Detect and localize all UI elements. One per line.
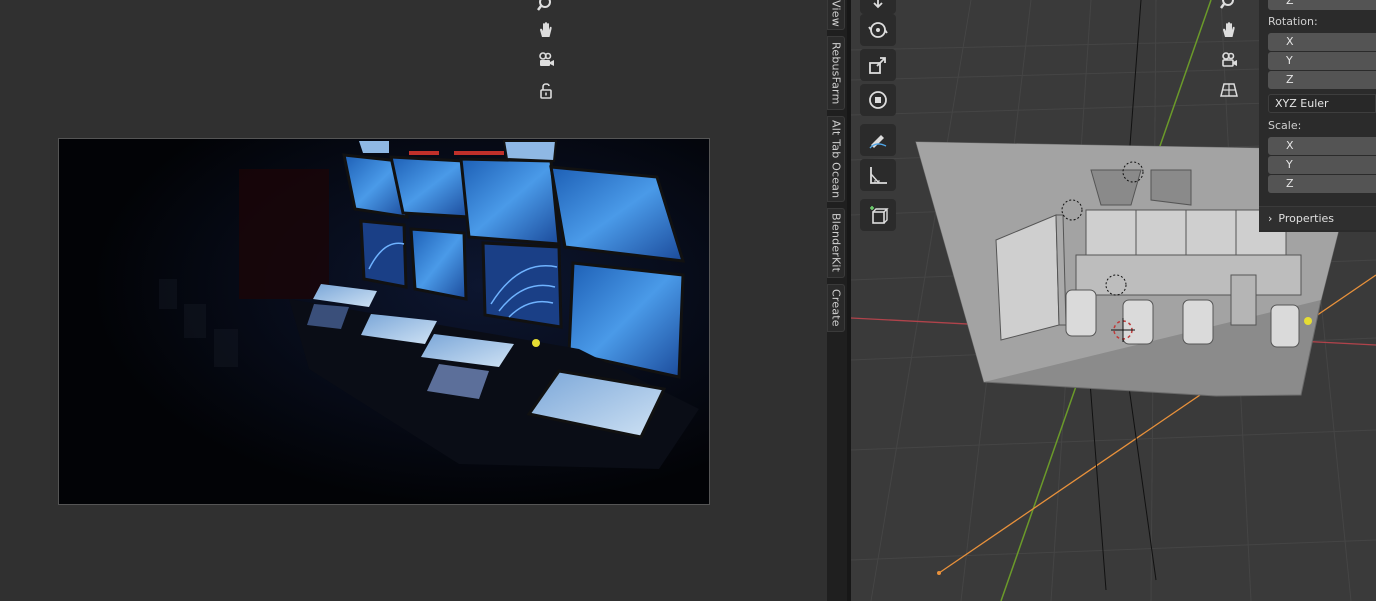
properties-n-panel: Z Rotation: X Y Z XYZ Euler Scale: X Y Z… xyxy=(1259,0,1376,232)
scale-x-field[interactable]: X xyxy=(1268,137,1376,155)
properties-label: Properties xyxy=(1278,212,1334,225)
rotation-mode-dropdown[interactable]: XYZ Euler xyxy=(1268,94,1376,113)
scale-y-field[interactable]: Y xyxy=(1268,156,1376,174)
tab-blenderkit[interactable]: BlenderKit xyxy=(827,208,845,278)
tab-view[interactable]: View xyxy=(827,0,845,30)
location-z-field[interactable]: Z xyxy=(1268,0,1376,10)
rotation-x-field[interactable]: X xyxy=(1268,33,1376,51)
scale-label: Scale: xyxy=(1268,119,1302,132)
tab-rebusfarm[interactable]: RebusFarm xyxy=(827,36,845,110)
camera-render-preview xyxy=(58,138,710,505)
camera-view-icon[interactable] xyxy=(1214,46,1244,74)
light-point xyxy=(532,339,540,347)
scale-tool-button[interactable] xyxy=(860,49,896,81)
sidebar-tabs: View RebusFarm Alt Tab Ocean BlenderKit … xyxy=(827,0,847,601)
rotation-label: Rotation: xyxy=(1268,15,1318,28)
rotation-z-field[interactable]: Z xyxy=(1268,71,1376,89)
scale-z-field[interactable]: Z xyxy=(1268,175,1376,193)
move-tool-button[interactable] xyxy=(860,0,896,14)
measure-tool-button[interactable] xyxy=(860,159,896,191)
pan-hand-icon[interactable] xyxy=(530,16,562,44)
rotation-y-field[interactable]: Y xyxy=(1268,52,1376,70)
light-point xyxy=(1304,317,1312,325)
add-cube-tool-button[interactable] xyxy=(860,199,896,231)
camera-icon[interactable] xyxy=(530,46,562,74)
pan-hand-icon[interactable] xyxy=(1214,16,1244,44)
chevron-right-icon: › xyxy=(1268,212,1273,225)
tab-alt-tab-ocean[interactable]: Alt Tab Ocean xyxy=(827,116,845,202)
rotate-tool-button[interactable] xyxy=(860,14,896,46)
zoom-icon[interactable] xyxy=(1214,0,1244,16)
annotate-tool-button[interactable] xyxy=(860,124,896,156)
transform-tool-button[interactable] xyxy=(860,84,896,116)
camera-viewport[interactable] xyxy=(0,0,827,601)
tab-create[interactable]: Create xyxy=(827,284,845,332)
properties-subpanel-header[interactable]: › Properties xyxy=(1259,206,1376,230)
perspective-grid-icon[interactable] xyxy=(1214,76,1244,104)
lock-icon[interactable] xyxy=(530,77,562,105)
